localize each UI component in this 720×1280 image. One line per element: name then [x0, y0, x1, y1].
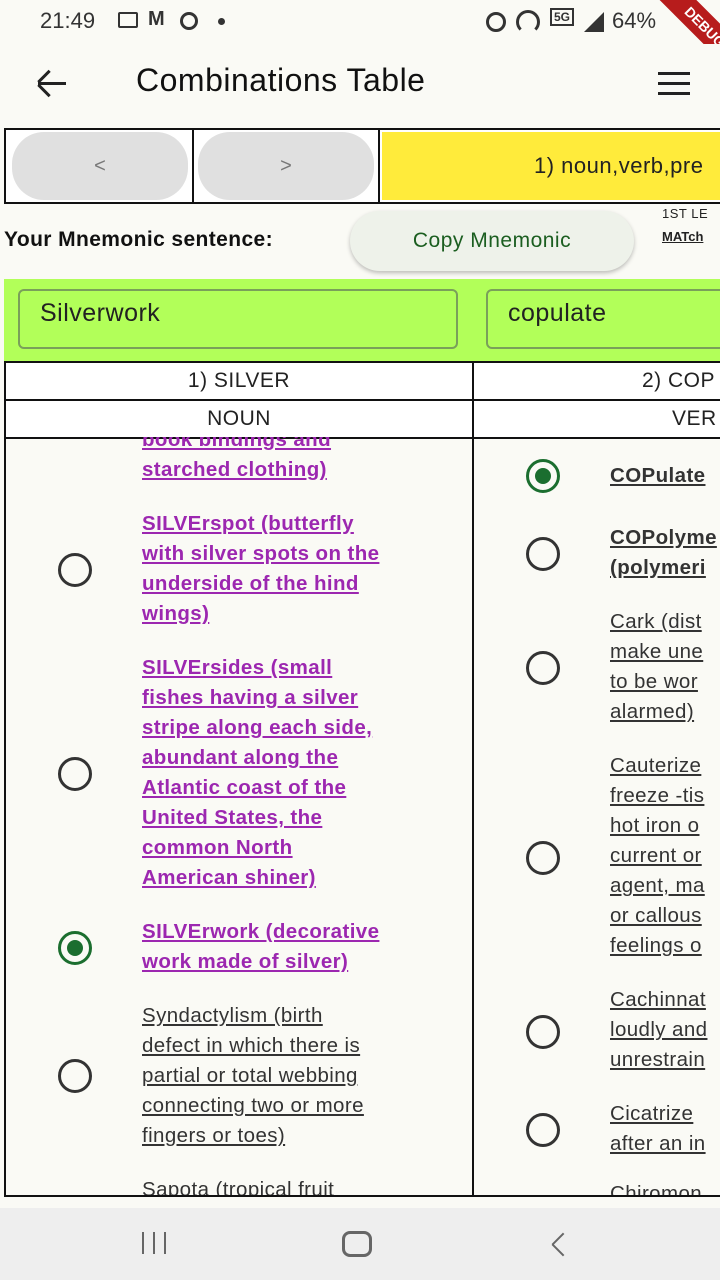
battery-percent: 64% — [612, 8, 657, 33]
column2-title: 2) COP — [472, 361, 720, 401]
list-item[interactable]: SILVErsides (small fishes having a silver… — [142, 653, 372, 893]
radio-cauterize[interactable] — [526, 841, 560, 875]
list-item[interactable]: book bindings and — [142, 437, 331, 455]
radio-cachinnate[interactable] — [526, 1015, 560, 1049]
list-item[interactable]: Cark (dist make une to be wor alarmed) — [610, 607, 703, 727]
radio-silversides[interactable] — [58, 757, 92, 791]
column1-title: 1) SILVER — [4, 361, 474, 401]
list-item[interactable]: Cachinnat loudly and unrestrain — [610, 985, 707, 1075]
list-item[interactable]: Cicatrize after an in — [610, 1099, 706, 1159]
5g-icon: 5G — [550, 8, 575, 26]
radio-silverspot[interactable] — [58, 553, 92, 587]
column2-pos: VER — [472, 399, 720, 439]
words-row: Silverwork copulate — [4, 279, 720, 361]
page-title: Combinations Table — [136, 62, 426, 98]
prev-button[interactable]: < — [12, 132, 188, 200]
app-bar: Combinations Table — [0, 44, 720, 124]
next-button[interactable]: > — [198, 132, 374, 200]
word1-field[interactable]: Silverwork — [18, 289, 458, 349]
list-item[interactable]: SILVErwork (decorative work made of silve… — [142, 917, 379, 977]
radio-cicatrize[interactable] — [526, 1113, 560, 1147]
list-item[interactable]: Chiromon — [610, 1179, 702, 1195]
side-level-label: 1ST LE — [662, 206, 709, 221]
alarm-icon — [486, 12, 506, 32]
list-item[interactable]: starched clothing) — [142, 455, 327, 485]
combination-list: book bindings and starched clothing) SIL… — [4, 437, 720, 1197]
combination-label: 1) noun,verb,pre — [382, 132, 720, 200]
column1-pos: NOUN — [4, 399, 474, 439]
hamburger-menu-icon[interactable] — [656, 70, 692, 98]
mnemonic-label: Your Mnemonic sentence: — [4, 228, 274, 251]
nav-row: < > 1) noun,verb,pre — [4, 128, 720, 204]
recent-apps-icon[interactable] — [140, 1232, 170, 1254]
status-bar: 21:49 M 5G 64% DEBUG — [0, 0, 720, 90]
list-item[interactable]: Sapota (tropical fruit — [142, 1175, 334, 1195]
side-match-label: MATch — [662, 229, 704, 244]
timer-icon — [180, 12, 198, 30]
radio-copolymer[interactable] — [526, 537, 560, 571]
radio-copulate[interactable] — [526, 459, 560, 493]
radio-cark[interactable] — [526, 651, 560, 685]
list-item[interactable]: Syndactylism (birth defect in which there… — [142, 1001, 364, 1151]
list-item[interactable]: SILVErspot (butterfly with silver spots o… — [142, 509, 379, 629]
gmail-icon: M — [148, 8, 165, 30]
signal-icon — [584, 12, 604, 32]
list-item[interactable]: Cauterize freeze -tis hot iron o current or… — [610, 751, 705, 961]
status-time: 21:49 — [40, 8, 96, 33]
radio-silverwork[interactable] — [58, 931, 92, 965]
list-item[interactable]: COPulate — [610, 461, 705, 491]
word2-field[interactable]: copulate — [486, 289, 720, 349]
list-item[interactable]: COPolyme (polymeri — [610, 523, 717, 583]
hotspot-icon — [516, 10, 540, 34]
home-icon[interactable] — [342, 1231, 372, 1257]
back-nav-icon[interactable] — [548, 1232, 572, 1257]
radio-syndactylism[interactable] — [58, 1059, 92, 1093]
system-nav-bar — [0, 1208, 720, 1280]
dot-icon — [218, 18, 225, 25]
arrow-left-icon[interactable] — [30, 64, 74, 104]
gallery-icon — [118, 12, 138, 28]
copy-mnemonic-button[interactable]: Copy Mnemonic — [350, 211, 634, 271]
